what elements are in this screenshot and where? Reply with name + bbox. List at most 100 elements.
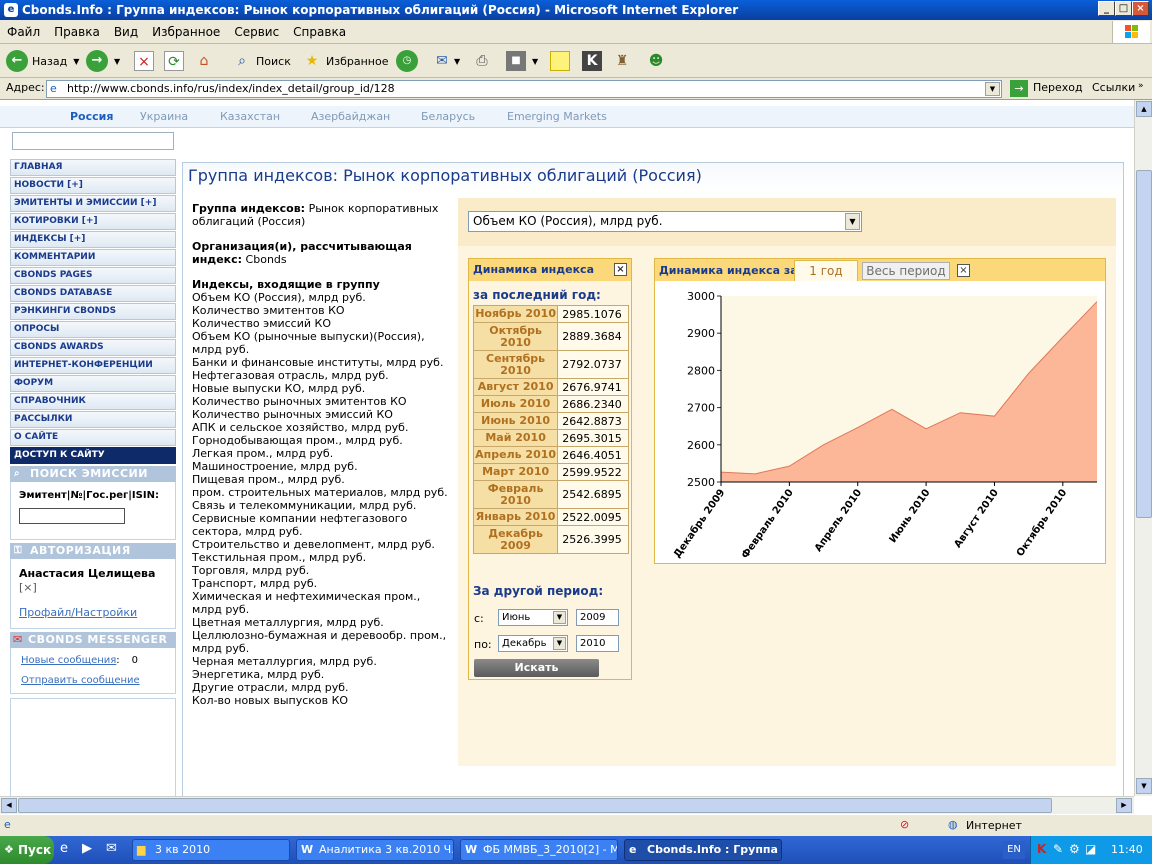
index-item[interactable]: Банки и финансовые институты, млрд руб. (192, 356, 452, 369)
nav-rankings[interactable]: РЭНКИНГИ CBONDS (10, 303, 176, 320)
country-tab-russia[interactable]: Россия (70, 110, 113, 123)
ie-quicklaunch-icon[interactable]: e (60, 841, 68, 856)
refresh-button[interactable]: ⟳ (164, 49, 184, 73)
scroll-down-icon[interactable]: ▼ (1136, 778, 1152, 794)
index-item[interactable]: Объем КО (рыночные выпуски)(Россия), млр… (192, 330, 452, 356)
media-player-icon[interactable]: ▶ (82, 841, 92, 856)
nav-main[interactable]: ГЛАВНАЯ (10, 159, 176, 176)
start-button[interactable]: ❖ Пуск (0, 836, 54, 864)
task-word-1[interactable]: W Аналитика 3 кв.2010 Ч... (296, 839, 454, 861)
country-tab-azerbaijan[interactable]: Азербайджан (311, 110, 390, 123)
index-item[interactable]: Черная металлургия, млрд руб. (192, 655, 452, 668)
menu-tools[interactable]: Сервис (227, 20, 286, 44)
country-tab-belarus[interactable]: Беларусь (421, 110, 475, 123)
issue-search-input[interactable] (19, 508, 125, 524)
index-item[interactable]: пром. строительных материалов, млрд руб. (192, 486, 452, 499)
task-folder[interactable]: ▆ 3 кв 2010 (132, 839, 290, 861)
index-item[interactable]: Транспорт, млрд руб. (192, 577, 452, 590)
nav-cbonds-database[interactable]: CBONDS DATABASE (10, 285, 176, 302)
edit-button[interactable]: ■ ▼ (506, 49, 538, 73)
mail-button[interactable]: ✉ ▼ (432, 49, 460, 73)
search-button[interactable]: ⌕ Поиск (232, 49, 291, 73)
nav-about[interactable]: О САЙТЕ (10, 429, 176, 446)
links-button[interactable]: Ссылки (1092, 81, 1135, 94)
stop-button[interactable]: × (134, 49, 154, 73)
nav-comments[interactable]: КОММЕНТАРИИ (10, 249, 176, 266)
index-item[interactable]: Нефтегазовая отрасль, млрд руб. (192, 369, 452, 382)
index-item[interactable]: Энергетика, млрд руб. (192, 668, 452, 681)
vertical-scroll-thumb[interactable] (1136, 170, 1152, 518)
history-button[interactable]: ◷ (396, 49, 418, 73)
network-icon[interactable]: ⚙ (1069, 842, 1080, 856)
nav-issuers[interactable]: ЭМИТЕНТЫ И ЭМИССИИ [+] (10, 195, 176, 212)
index-item[interactable]: Торговля, млрд руб. (192, 564, 452, 577)
index-item[interactable]: Цветная металлургия, млрд руб. (192, 616, 452, 629)
index-item[interactable]: Целлюлозно-бумажная и деревообр. пром., … (192, 629, 452, 655)
from-month-select[interactable]: Июнь ▼ (498, 609, 568, 626)
notes-button[interactable] (550, 49, 570, 73)
to-year-input[interactable]: 2010 (576, 635, 619, 652)
tab-one-year[interactable]: 1 год (794, 260, 858, 281)
nav-mailing[interactable]: РАССЫЛКИ (10, 411, 176, 428)
menu-help[interactable]: Справка (286, 20, 353, 44)
print-button[interactable]: ⎙ (472, 49, 492, 73)
address-dropdown-icon[interactable]: ▼ (985, 82, 1000, 96)
index-item[interactable]: Текстильная пром., млрд руб. (192, 551, 452, 564)
menu-edit[interactable]: Правка (47, 20, 107, 44)
index-item[interactable]: Горнодобывающая пром., млрд руб. (192, 434, 452, 447)
index-item[interactable]: Другие отрасли, млрд руб. (192, 681, 452, 694)
nav-forum[interactable]: ФОРУМ (10, 375, 176, 392)
index-item[interactable]: Количество рыночных эмитентов КО (192, 395, 452, 408)
index-item[interactable]: Количество рыночных эмиссий КО (192, 408, 452, 421)
to-month-select[interactable]: Декабрь ▼ (498, 635, 568, 652)
vertical-scrollbar[interactable]: ▲ ▼ (1134, 100, 1152, 796)
close-icon[interactable]: × (957, 264, 970, 277)
address-input[interactable]: e http://www.cbonds.info/rus/index/index… (46, 80, 1002, 98)
back-button[interactable]: ← Назад ▼ (6, 49, 79, 73)
horizontal-scroll-thumb[interactable] (18, 798, 1052, 813)
nav-news[interactable]: НОВОСТИ [+] (10, 177, 176, 194)
index-item[interactable]: Кол-во новых выпусков КО (192, 694, 452, 707)
index-select[interactable]: Объем КО (Россия), млрд руб. ▼ (468, 211, 862, 232)
country-tab-emerging[interactable]: Emerging Markets (507, 110, 607, 123)
tray-icon[interactable]: ✎ (1053, 842, 1063, 856)
close-button[interactable]: × (1132, 1, 1149, 16)
logout-button[interactable]: [×] (19, 581, 37, 594)
scroll-up-icon[interactable]: ▲ (1136, 101, 1152, 117)
index-item[interactable]: Количество эмитентов КО (192, 304, 452, 317)
close-icon[interactable]: × (614, 263, 627, 276)
horizontal-scrollbar[interactable]: ◀ ▶ (0, 796, 1134, 814)
index-item[interactable]: Машиностроение, млрд руб. (192, 460, 452, 473)
new-messages-link[interactable]: Новые сообщения (21, 655, 116, 666)
home-button[interactable]: ⌂ (194, 49, 214, 73)
menu-file[interactable]: Файл (0, 20, 47, 44)
nav-reference[interactable]: СПРАВОЧНИК (10, 393, 176, 410)
tab-all-period[interactable]: Весь период (862, 262, 950, 280)
nav-cbonds-pages[interactable]: CBONDS PAGES (10, 267, 176, 284)
task-ie-active[interactable]: e Cbonds.Info : Группа ... (624, 839, 782, 861)
go-button[interactable]: Переход (1033, 81, 1083, 94)
index-item[interactable]: Химическая и нефтехимическая пром., млрд… (192, 590, 452, 616)
nav-access[interactable]: ДОСТУП К САЙТУ (10, 447, 176, 464)
menu-view[interactable]: Вид (107, 20, 145, 44)
index-item[interactable]: Связь и телекоммуникации, млрд руб. (192, 499, 452, 512)
index-item[interactable]: Легкая пром., млрд руб. (192, 447, 452, 460)
forward-button[interactable]: → ▼ (86, 49, 120, 73)
maximize-button[interactable]: □ (1115, 1, 1132, 16)
profile-link[interactable]: Профайл/Настройки (19, 606, 137, 619)
from-year-input[interactable]: 2009 (576, 609, 619, 626)
task-word-2[interactable]: W ФБ ММВБ_3_2010[2] - М... (460, 839, 618, 861)
volume-icon[interactable]: ◪ (1085, 842, 1096, 856)
index-item[interactable]: Объем КО (Россия), млрд руб. (192, 291, 452, 304)
nav-awards[interactable]: CBONDS AWARDS (10, 339, 176, 356)
research-button[interactable]: ♜ (612, 49, 632, 73)
k-button[interactable]: K (582, 49, 602, 73)
minimize-button[interactable]: _ (1098, 1, 1115, 16)
favorites-button[interactable]: ★ Избранное (302, 49, 389, 73)
country-tab-kazakhstan[interactable]: Казахстан (220, 110, 280, 123)
country-tab-ukraine[interactable]: Украина (140, 110, 188, 123)
scroll-left-icon[interactable]: ◀ (1, 798, 17, 813)
menu-favorites[interactable]: Избранное (145, 20, 227, 44)
nav-polls[interactable]: ОПРОСЫ (10, 321, 176, 338)
nav-conferences[interactable]: ИНТЕРНЕТ-КОНФЕРЕНЦИИ (10, 357, 176, 374)
